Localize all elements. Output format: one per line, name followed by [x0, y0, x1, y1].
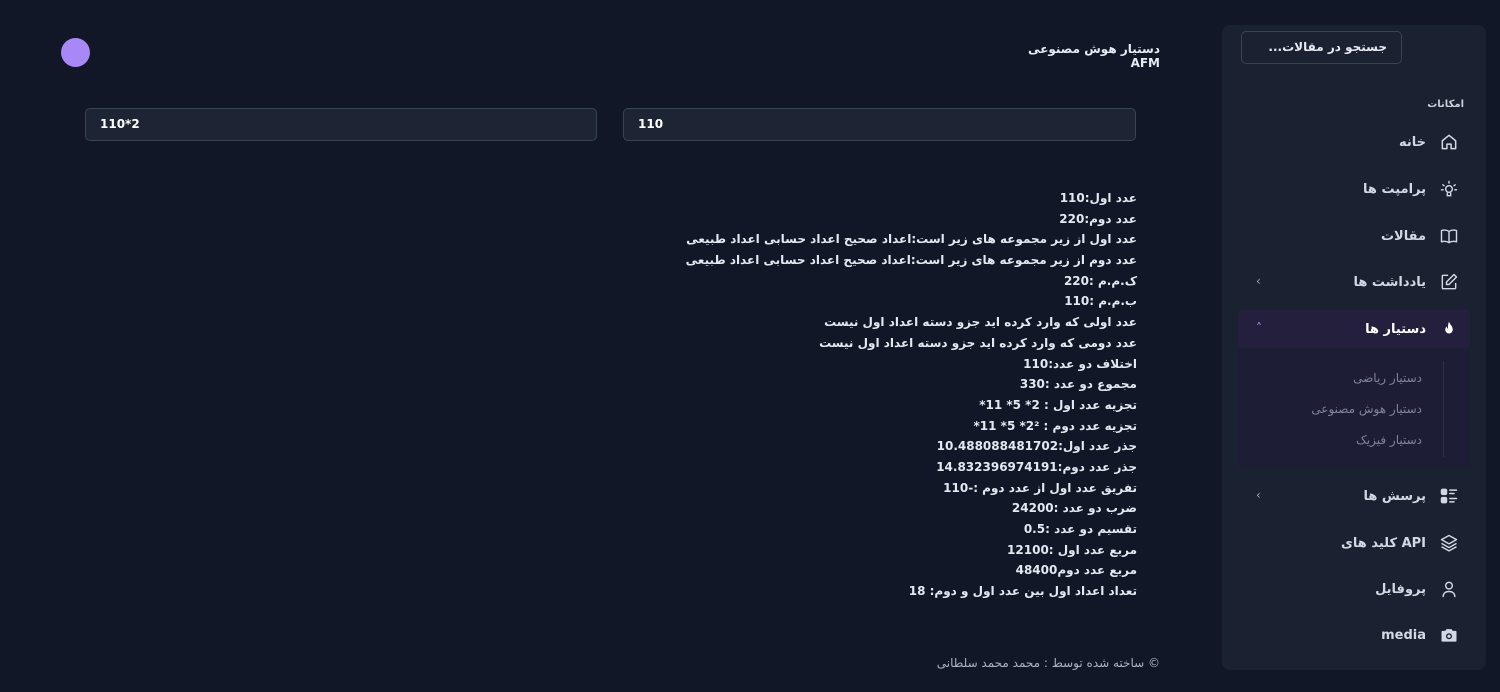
- sidebar-item-articles[interactable]: مقالات: [1238, 217, 1470, 255]
- sidebar-item-label: یادداشت ها: [1353, 274, 1426, 290]
- sidebar-item-label: پرامپت ها: [1363, 181, 1426, 197]
- result-line: مربع عدد دوم48400: [1015, 563, 1137, 578]
- page-title: دستیار هوش مصنوعی AFM: [1028, 42, 1160, 70]
- sidebar-item-api-keys[interactable]: کلید های API: [1238, 524, 1470, 562]
- result-line: تفریق عدد اول از عدد دوم :-110: [943, 480, 1137, 495]
- sidebar: جستجو در مقالات... امکانات خانه پرامپت ه…: [1222, 25, 1486, 670]
- result-line: مجموع دو عدد :330: [1019, 377, 1137, 392]
- sidebar-item-label: خانه: [1398, 134, 1426, 150]
- result-line: تجزیه عدد دوم : 2²* 5* 11*: [973, 418, 1137, 433]
- submenu-item-math[interactable]: دستیار ریاضی: [1353, 371, 1422, 385]
- first-number-input[interactable]: 110: [623, 108, 1136, 141]
- result-line: تعداد اعداد اول بین عدد اول و دوم: 18: [908, 584, 1137, 599]
- book-icon: [1438, 225, 1460, 247]
- result-line: عدد دومی که وارد کرده اید جزو دسته اعداد…: [819, 335, 1137, 350]
- bulb-icon: [1438, 178, 1460, 200]
- avatar[interactable]: [61, 38, 90, 67]
- result-line: ب.م.م :110: [1064, 294, 1137, 309]
- sidebar-item-label: کلید های API: [1341, 535, 1426, 551]
- user-icon: [1438, 578, 1460, 600]
- chevron-left-icon: ‹: [1256, 488, 1261, 502]
- chevron-left-icon: ‹: [1256, 274, 1261, 288]
- result-line: مربع عدد اول :12100: [1007, 542, 1137, 557]
- result-line: اختلاف دو عدد:110: [1023, 356, 1137, 371]
- result-line: جذر عدد دوم:14.832396974191: [936, 459, 1137, 474]
- sidebar-item-profile[interactable]: پروفایل: [1238, 570, 1470, 608]
- results-panel: عدد اول:110 عدد دوم:220 عدد اول از زیر م…: [600, 188, 1137, 602]
- footer-credit: © ساخته شده توسط : محمد محمد سلطانی: [936, 656, 1160, 670]
- result-line: ضرب دو عدد :24200: [1011, 501, 1137, 516]
- submenu-item-physics[interactable]: دستیار فیزیک: [1356, 433, 1422, 447]
- sidebar-item-label: پرسش ها: [1363, 488, 1426, 504]
- second-number-input[interactable]: 110*2: [85, 108, 597, 141]
- submenu-divider: [1443, 361, 1444, 457]
- edit-icon: [1438, 271, 1460, 293]
- result-line: عدد اول:110: [1059, 191, 1137, 205]
- result-line: عدد دوم از زیر مجموعه های زیر است:اعداد …: [685, 253, 1137, 268]
- sidebar-item-home[interactable]: خانه: [1238, 123, 1470, 161]
- chevron-up-icon: ˄: [1256, 321, 1262, 335]
- sidebar-item-assistants[interactable]: ˄ دستیار ها: [1238, 310, 1470, 348]
- result-line: عدد اول از زیر مجموعه های زیر است:اعداد …: [686, 232, 1137, 247]
- sidebar-item-label: پروفایل: [1375, 581, 1426, 597]
- result-line: ک.م.م :220: [1063, 273, 1137, 288]
- sidebar-item-questions[interactable]: ‹ پرسش ها: [1238, 477, 1470, 515]
- result-line: تجزیه عدد اول : 2* 5* 11*: [979, 397, 1137, 412]
- assistants-submenu: دستیار ریاضی دستیار هوش مصنوعی دستیار فی…: [1238, 349, 1470, 468]
- sidebar-section-title: امکانات: [1427, 99, 1464, 110]
- layers-icon: [1438, 532, 1460, 554]
- result-line: عدد اولی که وارد کرده اید جزو دسته اعداد…: [824, 315, 1137, 330]
- result-line: جذر عدد اول:10.488088481702: [936, 439, 1137, 454]
- flame-icon: [1438, 318, 1460, 340]
- sidebar-item-label: media: [1381, 627, 1426, 643]
- result-line: عدد دوم:220: [1059, 211, 1137, 226]
- list-icon: [1438, 485, 1460, 507]
- sidebar-item-label: دستیار ها: [1365, 321, 1426, 337]
- result-line: تقسیم دو عدد :0.5: [1023, 522, 1137, 536]
- search-articles-button[interactable]: جستجو در مقالات...: [1241, 31, 1402, 64]
- submenu-item-ai[interactable]: دستیار هوش مصنوعی: [1311, 402, 1422, 416]
- sidebar-item-label: مقالات: [1380, 228, 1426, 244]
- camera-icon: [1438, 624, 1460, 646]
- sidebar-item-notes[interactable]: ‹ یادداشت ها: [1238, 263, 1470, 301]
- sidebar-item-prompts[interactable]: پرامپت ها: [1238, 170, 1470, 208]
- home-icon: [1438, 131, 1460, 153]
- sidebar-item-media[interactable]: media: [1238, 616, 1470, 654]
